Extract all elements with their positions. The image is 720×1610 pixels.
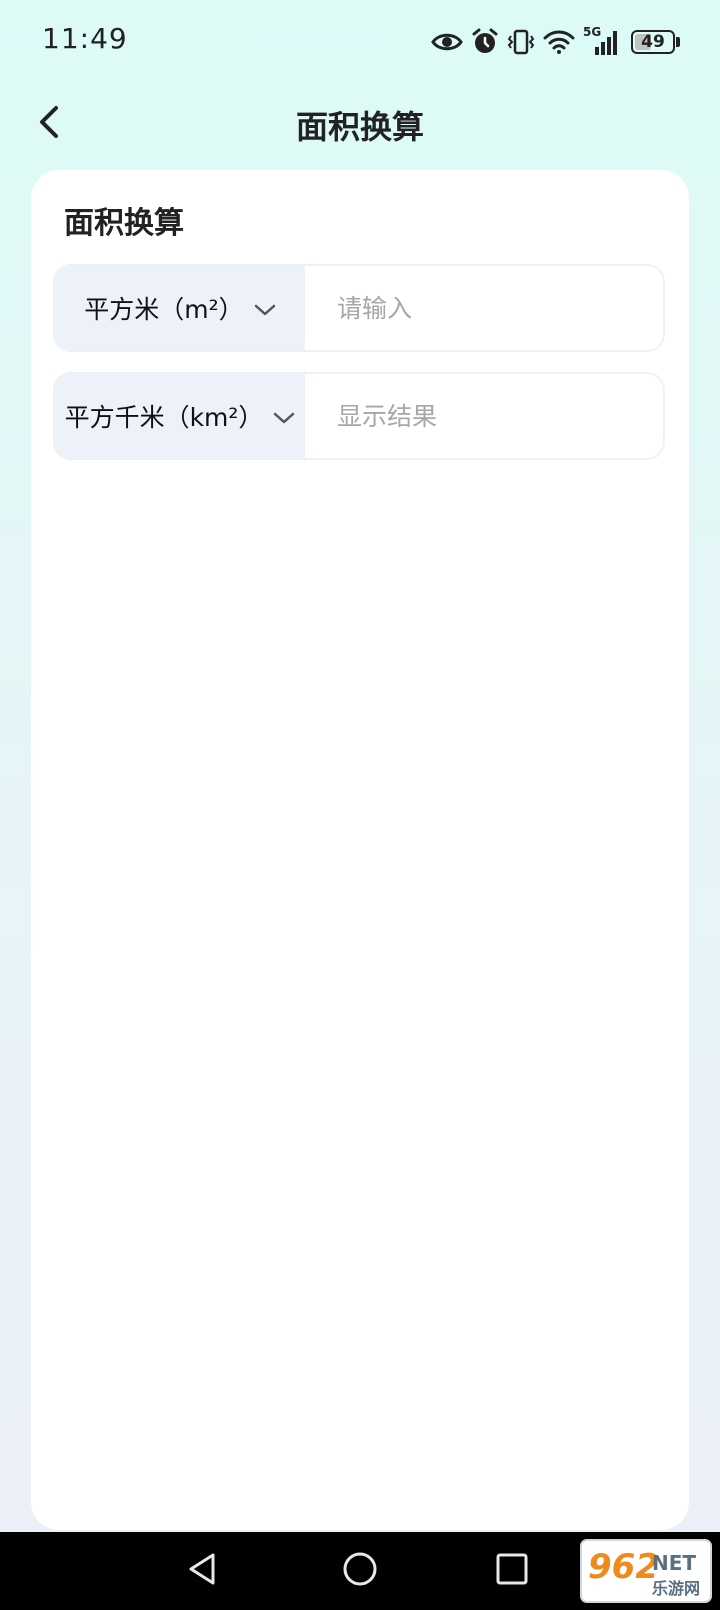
from-unit-select[interactable]: 平方米（m²） — [55, 266, 305, 350]
system-recents-button[interactable] — [492, 1551, 532, 1591]
battery-body: 49 — [631, 30, 675, 54]
chevron-down-icon — [273, 402, 295, 431]
back-triangle-icon — [185, 1551, 219, 1591]
home-circle-icon — [342, 1551, 378, 1591]
watermark-logo: 962 NET 乐游网 — [580, 1536, 714, 1606]
alarm-icon — [471, 28, 499, 56]
from-unit-label: 平方米（m²） — [84, 295, 244, 324]
status-bar: 11:49 5G 49 — [0, 0, 720, 84]
watermark-subtitle: 乐游网 — [652, 1579, 700, 1598]
card-title: 面积换算 — [64, 206, 184, 241]
chevron-down-icon — [254, 294, 276, 323]
status-time: 11:49 — [42, 22, 128, 55]
recents-square-icon — [495, 1552, 529, 1590]
eye-icon — [431, 31, 463, 53]
signal-5g-icon: 5G — [583, 25, 623, 57]
vibrate-icon — [507, 28, 535, 56]
to-row: 平方千米（km²） — [53, 372, 665, 460]
page-title: 面积换算 — [295, 108, 424, 146]
system-back-button[interactable] — [182, 1551, 222, 1591]
from-row: 平方米（m²） — [53, 264, 665, 352]
battery-cap — [676, 37, 680, 47]
watermark-brand: 962 — [588, 1547, 659, 1587]
to-unit-label: 平方千米（km²） — [64, 403, 264, 432]
value-input[interactable] — [305, 266, 663, 350]
battery-level: 49 — [641, 32, 665, 52]
converter-card: 面积换算 平方米（m²） 平方千米（km²） — [31, 170, 689, 1530]
status-icons: 5G 49 — [431, 24, 680, 60]
wifi-icon — [543, 29, 575, 55]
battery-icon: 49 — [631, 30, 680, 54]
to-unit-select[interactable]: 平方千米（km²） — [55, 374, 305, 458]
nav-header: 面积换算 — [0, 84, 720, 164]
system-home-button[interactable] — [340, 1551, 380, 1591]
watermark-suffix: NET — [652, 1551, 696, 1575]
result-field[interactable] — [305, 374, 663, 458]
